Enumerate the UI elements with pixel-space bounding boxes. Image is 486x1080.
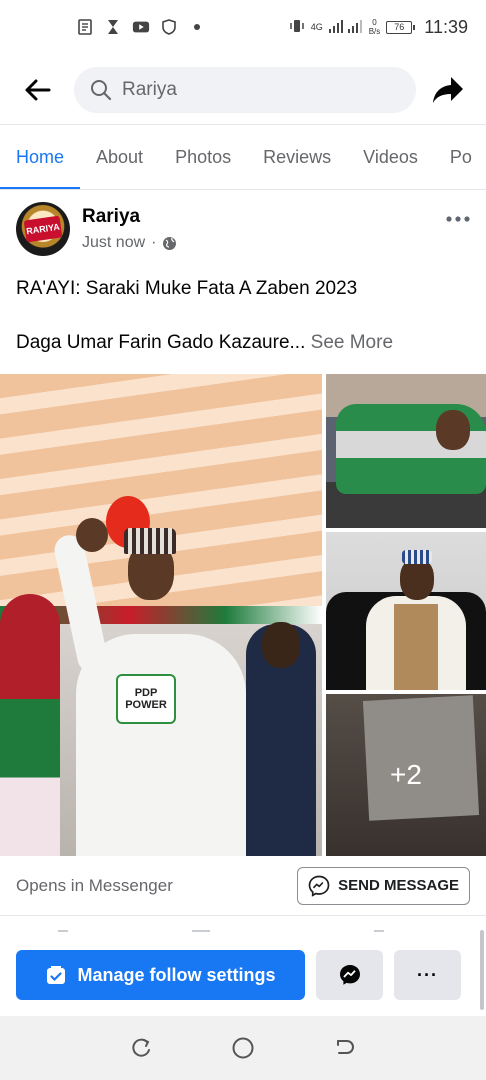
photo-grid: PDP POWER +2 (0, 374, 486, 856)
shield-icon (160, 18, 178, 36)
share-arrow-icon (433, 77, 463, 103)
battery-icon: 76 (386, 20, 416, 34)
tab-videos[interactable]: Videos (347, 125, 434, 189)
net-speed-unit: B/s (368, 27, 381, 36)
search-icon (91, 80, 112, 101)
pdp-text: PDP (134, 687, 158, 699)
photo-main[interactable]: PDP POWER (0, 374, 322, 856)
notes-icon (76, 18, 94, 36)
raised-arm (51, 532, 111, 676)
reaction-row-partial (0, 926, 486, 936)
messenger-row: Opens in Messenger SEND MESSAGE (0, 856, 486, 916)
separator-dot: · (151, 234, 157, 251)
more-photos-count: +2 (390, 759, 422, 790)
signal-icon (328, 19, 363, 36)
tab-about[interactable]: About (80, 125, 159, 189)
hourglass-icon (104, 18, 122, 36)
page-logo: RARIYA (23, 215, 63, 243)
post-timestamp: Just now · (82, 234, 177, 252)
photo-car[interactable] (326, 374, 486, 528)
back-nav-button[interactable] (325, 1028, 365, 1068)
post-byline: Daga Umar Farin Gado Kazaure... (16, 332, 306, 353)
search-input[interactable]: Rariya (74, 67, 416, 113)
arrow-left-icon (25, 79, 51, 101)
more-options-button[interactable]: ··· (394, 950, 461, 1000)
post-time-text: Just now (82, 234, 146, 251)
seated-man-cap (402, 550, 432, 564)
send-message-label: SEND MESSAGE (338, 877, 459, 894)
post-headline: RA'AYI: Saraki Muke Fata A Zaben 2023 (16, 278, 358, 299)
reaction-mark (58, 930, 68, 932)
more-photos-overlay: +2 (326, 694, 486, 856)
network-type: 4G (310, 22, 323, 32)
youtube-icon (132, 18, 150, 36)
speaker-cap (124, 528, 176, 554)
status-icons-right: 4G 0 B/s 76 11:39 (289, 17, 468, 38)
tab-home[interactable]: Home (0, 125, 81, 189)
seated-man-vest (394, 604, 438, 690)
recents-icon (132, 1038, 150, 1057)
photo-seated-man[interactable] (326, 532, 486, 690)
follow-settings-icon (47, 966, 66, 984)
scrollbar[interactable] (480, 930, 484, 1010)
status-icons-left (76, 18, 206, 36)
back-button[interactable] (16, 68, 60, 112)
search-header: Rariya (0, 60, 486, 120)
raised-fist (76, 518, 108, 552)
opens-in-messenger-label: Opens in Messenger (16, 875, 173, 895)
page-tabs: Home About Photos Reviews Videos Po (0, 124, 486, 190)
pdp-logo: PDP POWER (116, 674, 176, 724)
status-bar: 4G 0 B/s 76 11:39 (0, 0, 486, 54)
tab-photos[interactable]: Photos (159, 125, 247, 189)
tab-posts[interactable]: Po (434, 125, 486, 189)
post-meta: Rariya Just now · (82, 206, 177, 252)
vibrate-icon (289, 18, 305, 37)
man-dark-suit-head (262, 622, 300, 668)
speaker-figure: PDP POWER (46, 518, 266, 856)
globe-icon (163, 236, 177, 250)
clock: 11:39 (424, 16, 468, 37)
dot-icon (188, 18, 206, 36)
power-text: POWER (125, 699, 167, 711)
car-poster-face (436, 410, 470, 450)
seated-man-head (400, 558, 434, 600)
manage-follow-settings-button[interactable]: Manage follow settings (16, 950, 305, 1000)
post-header: RARIYA Rariya Just now · (16, 196, 470, 262)
more-horizontal-icon (446, 216, 470, 222)
messenger-button[interactable] (316, 950, 383, 1000)
search-query: Rariya (122, 79, 177, 100)
home-button[interactable] (223, 1028, 263, 1068)
messenger-icon (308, 875, 330, 897)
manage-follow-label: Manage follow settings (77, 964, 276, 985)
send-message-button[interactable]: SEND MESSAGE (297, 866, 470, 905)
reaction-mark (192, 930, 210, 932)
post-byline-row: Daga Umar Farin Gado Kazaure... See More (16, 330, 470, 356)
page-avatar[interactable]: RARIYA (16, 202, 70, 256)
see-more-link[interactable]: See More (311, 332, 393, 353)
tab-reviews[interactable]: Reviews (247, 125, 347, 189)
post-options-button[interactable] (446, 202, 470, 228)
net-speed-value: 0 (372, 18, 377, 27)
recent-apps-button[interactable] (121, 1028, 161, 1068)
back-nav-icon (337, 1040, 354, 1054)
system-nav-bar (0, 1016, 486, 1080)
battery-level: 76 (394, 22, 405, 32)
page-name[interactable]: Rariya (82, 206, 177, 228)
share-button[interactable] (426, 68, 470, 112)
more-options-label: ··· (417, 964, 438, 985)
home-circle-icon (232, 1037, 254, 1059)
post-text: RA'AYI: Saraki Muke Fata A Zaben 2023 Da… (16, 276, 470, 384)
net-speed: 0 B/s (369, 18, 381, 36)
reaction-mark (374, 930, 384, 932)
page-actions: Manage follow settings ··· (16, 950, 462, 1000)
messenger-icon (339, 965, 360, 985)
photo-more[interactable]: +2 (326, 694, 486, 856)
